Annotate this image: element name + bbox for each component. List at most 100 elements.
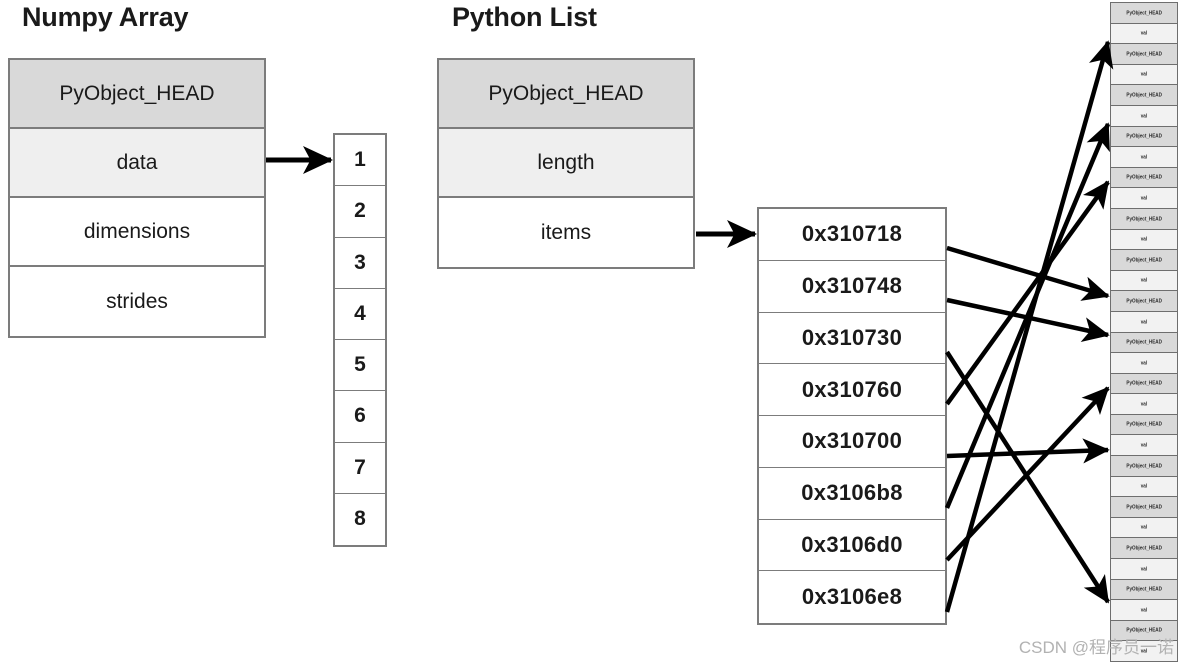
pylist-row-items: items [439,198,693,267]
pyobject-head-mini-label: PyObject_HEAD [1126,173,1162,180]
pyobject-head-mini: PyObject_HEAD [1111,414,1177,436]
pyobject-val-mini-label: val [1140,358,1148,366]
arrow-pointer-to-object-7 [944,40,1114,613]
python-list-title: Python List [452,2,597,32]
data-cell-value: 6 [354,404,366,428]
pyobject-head-mini: PyObject_HEAD [1111,456,1177,477]
diagram-canvas: Numpy Array Python List PyObject_HEAD da… [0,0,1184,666]
data-cell: 1 [335,135,385,187]
pyobject-head-mini-label: PyObject_HEAD [1126,296,1162,304]
pyobject-val-mini-label: val [1140,482,1148,489]
pyobject-head-mini-label: PyObject_HEAD [1126,543,1162,551]
pyobject-head-mini: PyObject_HEAD [1111,126,1177,148]
pyobject-val-mini: val [1111,188,1177,209]
pointer-cell: 0x310718 [759,209,945,261]
pyobject-val-mini-label: val [1140,152,1148,160]
pyobject-val-mini: val [1111,147,1177,168]
scattered-pyobject-column: PyObject_HEAD val PyObject_HEAD val PyObject… [1110,2,1178,662]
numpy-row-label: data [116,150,158,174]
pointer-cell-address: 0x310700 [801,428,903,454]
pylist-row-length: length [439,129,693,198]
arrow-pointer-to-object-3 [945,180,1110,406]
data-cell-value: 8 [354,507,366,531]
pyobject-head-mini: PyObject_HEAD [1111,85,1177,106]
pyobject-head-mini-label: PyObject_HEAD [1126,461,1162,469]
pyobject-val-mini: val [1111,311,1177,333]
data-cell: 7 [335,443,385,494]
arrow-pointer-to-object-0 [946,245,1110,301]
pyobject-head-mini-label: PyObject_HEAD [1126,90,1162,98]
pyobject-val-mini-label: val [1140,276,1148,283]
pylist-row-label: length [537,150,595,174]
pyobject-val-mini: val [1111,23,1177,45]
pyobject-head-mini-label: PyObject_HEAD [1126,379,1162,386]
pyobject-val-mini-label: val [1140,193,1148,201]
pyobject-val-mini: val [1111,353,1177,374]
pyobject-head-mini-label: PyObject_HEAD [1126,8,1162,16]
pyobject-head-mini: PyObject_HEAD [1111,497,1177,518]
pointer-cell-address: 0x3106e8 [801,584,903,610]
pyobject-val-mini: val [1111,270,1177,292]
data-cell: 4 [335,289,385,340]
data-cell: 8 [335,494,385,545]
arrow-pointer-to-object-1 [946,297,1110,342]
pyobject-head-mini: PyObject_HEAD [1111,538,1177,560]
pyobject-val-mini-label: val [1140,605,1148,613]
pyobject-val-mini-label: val [1140,235,1148,242]
pyobject-head-mini-label: PyObject_HEAD [1126,585,1162,592]
pylist-row-label: PyObject_HEAD [488,81,644,105]
pointer-cell-address: 0x3106d0 [801,531,903,557]
pointer-cell: 0x310700 [759,416,945,468]
data-cell: 6 [335,391,385,443]
pointer-cell-address: 0x310760 [801,376,903,402]
pyobject-head-mini-label: PyObject_HEAD [1126,49,1162,57]
pyobject-val-mini: val [1111,476,1177,498]
python-list-struct: PyObject_HEAD length items [437,58,695,269]
data-cell: 2 [335,186,385,238]
pyobject-val-mini-label: val [1140,523,1148,531]
pointer-cell: 0x310730 [759,313,945,365]
numpy-row-label: dimensions [83,219,191,243]
data-cell-value: 7 [354,455,366,479]
numpy-array-struct: PyObject_HEAD data dimensions strides [8,58,266,338]
pyobject-val-mini: val [1111,64,1177,86]
pointer-cell: 0x3106d0 [759,520,945,572]
pyobject-head-mini: PyObject_HEAD [1111,3,1177,24]
python-list-pointer-array: 0x310718 0x310748 0x310730 0x310760 0x31… [757,207,947,625]
pyobject-head-mini-label: PyObject_HEAD [1126,502,1162,510]
numpy-row-label: strides [106,289,168,313]
arrow-pointer-to-object-2 [945,350,1110,604]
pyobject-val-mini: val [1111,105,1177,127]
pyobject-val-mini: val [1111,517,1177,539]
pointer-cell-address: 0x3106b8 [801,480,903,506]
pyobject-val-mini-label: val [1140,317,1148,325]
pointer-cell-address: 0x310748 [801,273,903,299]
pyobject-val-mini: val [1111,600,1177,621]
csdn-watermark: CSDN @程序员一诺 [1018,638,1174,657]
pyobject-val-mini-label: val [1140,111,1148,119]
data-cell-value: 3 [354,250,366,274]
data-cell: 5 [335,340,385,392]
pyobject-head-mini-label: PyObject_HEAD [1126,132,1162,139]
pyobject-head-mini: PyObject_HEAD [1111,291,1177,312]
data-cell-value: 2 [354,199,366,223]
arrow-pointer-to-object-6 [945,386,1110,562]
pyobject-head-mini-label: PyObject_HEAD [1126,337,1162,345]
data-cell-value: 5 [354,353,366,377]
data-cell-value: 1 [354,148,366,172]
pylist-row-label: items [540,220,592,244]
pyobject-head-mini-label: PyObject_HEAD [1126,214,1162,222]
pyobject-val-mini-label: val [1140,399,1148,407]
numpy-row-strides: strides [10,267,264,336]
numpy-row-label: PyObject_HEAD [59,81,215,105]
pyobject-val-mini: val [1111,559,1177,580]
numpy-row-dimensions: dimensions [10,198,264,267]
pyobject-head-mini: PyObject_HEAD [1111,44,1177,65]
pyobject-head-mini-label: PyObject_HEAD [1126,255,1162,263]
pyobject-val-mini-label: val [1140,29,1148,36]
pyobject-val-mini-label: val [1140,564,1148,572]
pointer-cell-address: 0x310718 [801,221,903,247]
pointer-cell: 0x310760 [759,364,945,416]
pointer-cell: 0x3106e8 [759,571,945,623]
pyobject-head-mini: PyObject_HEAD [1111,579,1177,601]
